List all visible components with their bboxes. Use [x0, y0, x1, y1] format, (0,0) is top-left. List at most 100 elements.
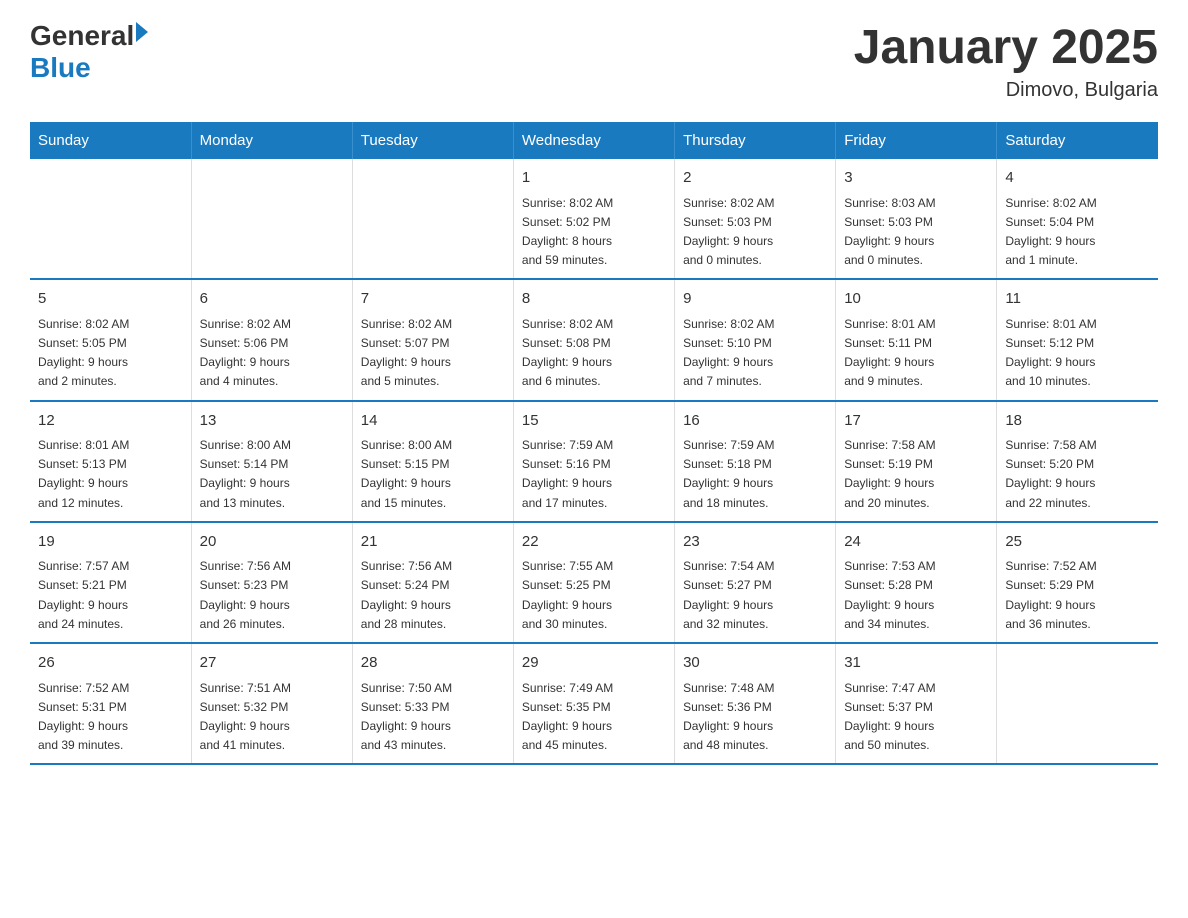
day-info: Sunrise: 7:52 AM Sunset: 5:29 PM Dayligh…	[1005, 557, 1150, 634]
day-info: Sunrise: 7:56 AM Sunset: 5:23 PM Dayligh…	[200, 557, 344, 634]
calendar-cell: 3 Sunrise: 8:03 AM Sunset: 5:03 PM Daylig…	[836, 159, 997, 279]
day-info: Sunrise: 8:02 AM Sunset: 5:04 PM Dayligh…	[1005, 194, 1150, 271]
day-info: Sunrise: 8:02 AM Sunset: 5:07 PM Dayligh…	[361, 315, 505, 392]
day-number: 22	[522, 531, 666, 554]
day-number: 18	[1005, 410, 1150, 433]
day-number: 16	[683, 410, 827, 433]
day-info: Sunrise: 8:01 AM Sunset: 5:13 PM Dayligh…	[38, 436, 183, 513]
day-info: Sunrise: 7:55 AM Sunset: 5:25 PM Dayligh…	[522, 557, 666, 634]
day-number: 15	[522, 410, 666, 433]
header-day-sunday: Sunday	[30, 122, 191, 159]
day-number: 30	[683, 652, 827, 675]
day-number: 21	[361, 531, 505, 554]
calendar-cell: 15 Sunrise: 7:59 AM Sunset: 5:16 PM Dayli…	[513, 401, 674, 522]
day-number: 12	[38, 410, 183, 433]
week-row-4: 19 Sunrise: 7:57 AM Sunset: 5:21 PM Dayli…	[30, 522, 1158, 643]
calendar-cell: 31 Sunrise: 7:47 AM Sunset: 5:37 PM Dayli…	[836, 643, 997, 764]
day-info: Sunrise: 8:01 AM Sunset: 5:12 PM Dayligh…	[1005, 315, 1150, 392]
calendar-cell: 30Sunrise: 7:48 AM Sunset: 5:36 PM Dayli…	[675, 643, 836, 764]
day-info: Sunrise: 7:59 AM Sunset: 5:18 PM Dayligh…	[683, 436, 827, 513]
calendar-cell: 21 Sunrise: 7:56 AM Sunset: 5:24 PM Dayli…	[352, 522, 513, 643]
day-number: 8	[522, 288, 666, 311]
header-row: SundayMondayTuesdayWednesdayThursdayFrid…	[30, 122, 1158, 159]
day-number: 19	[38, 531, 183, 554]
calendar-cell: 4 Sunrise: 8:02 AM Sunset: 5:04 PM Daylig…	[997, 159, 1158, 279]
calendar-cell: 6 Sunrise: 8:02 AM Sunset: 5:06 PM Daylig…	[191, 279, 352, 400]
week-row-5: 26 Sunrise: 7:52 AM Sunset: 5:31 PM Dayli…	[30, 643, 1158, 764]
day-number: 31	[844, 652, 988, 675]
day-info: Sunrise: 8:02 AM Sunset: 5:10 PM Dayligh…	[683, 315, 827, 392]
calendar-cell: 24Sunrise: 7:53 AM Sunset: 5:28 PM Dayli…	[836, 522, 997, 643]
day-number: 24	[844, 531, 988, 554]
day-number: 9	[683, 288, 827, 311]
calendar-cell	[352, 159, 513, 279]
day-info: Sunrise: 8:02 AM Sunset: 5:08 PM Dayligh…	[522, 315, 666, 392]
calendar-cell	[191, 159, 352, 279]
day-info: Sunrise: 7:52 AM Sunset: 5:31 PM Dayligh…	[38, 679, 183, 756]
calendar-cell: 18 Sunrise: 7:58 AM Sunset: 5:20 PM Dayli…	[997, 401, 1158, 522]
day-number: 25	[1005, 531, 1150, 554]
day-number: 6	[200, 288, 344, 311]
day-info: Sunrise: 7:51 AM Sunset: 5:32 PM Dayligh…	[200, 679, 344, 756]
calendar-cell: 27Sunrise: 7:51 AM Sunset: 5:32 PM Dayli…	[191, 643, 352, 764]
calendar-cell: 28 Sunrise: 7:50 AM Sunset: 5:33 PM Dayli…	[352, 643, 513, 764]
day-info: Sunrise: 8:02 AM Sunset: 5:02 PM Dayligh…	[522, 194, 666, 271]
day-info: Sunrise: 8:00 AM Sunset: 5:15 PM Dayligh…	[361, 436, 505, 513]
title-section: January 2025 Dimovo, Bulgaria	[854, 20, 1158, 102]
day-number: 14	[361, 410, 505, 433]
calendar-cell: 25 Sunrise: 7:52 AM Sunset: 5:29 PM Dayli…	[997, 522, 1158, 643]
calendar-cell: 8 Sunrise: 8:02 AM Sunset: 5:08 PM Daylig…	[513, 279, 674, 400]
calendar-cell: 14 Sunrise: 8:00 AM Sunset: 5:15 PM Dayli…	[352, 401, 513, 522]
day-info: Sunrise: 8:00 AM Sunset: 5:14 PM Dayligh…	[200, 436, 344, 513]
calendar-cell: 22 Sunrise: 7:55 AM Sunset: 5:25 PM Dayli…	[513, 522, 674, 643]
day-number: 13	[200, 410, 344, 433]
calendar-cell	[997, 643, 1158, 764]
day-info: Sunrise: 8:02 AM Sunset: 5:05 PM Dayligh…	[38, 315, 183, 392]
calendar-cell: 26 Sunrise: 7:52 AM Sunset: 5:31 PM Dayli…	[30, 643, 191, 764]
day-number: 3	[844, 167, 988, 190]
day-info: Sunrise: 7:50 AM Sunset: 5:33 PM Dayligh…	[361, 679, 505, 756]
day-number: 29	[522, 652, 666, 675]
calendar-body: 1 Sunrise: 8:02 AM Sunset: 5:02 PM Daylig…	[30, 159, 1158, 764]
day-info: Sunrise: 7:47 AM Sunset: 5:37 PM Dayligh…	[844, 679, 988, 756]
header-day-wednesday: Wednesday	[513, 122, 674, 159]
header-day-friday: Friday	[836, 122, 997, 159]
week-row-1: 1 Sunrise: 8:02 AM Sunset: 5:02 PM Daylig…	[30, 159, 1158, 279]
day-number: 11	[1005, 288, 1150, 311]
calendar-cell: 9 Sunrise: 8:02 AM Sunset: 5:10 PM Daylig…	[675, 279, 836, 400]
day-number: 10	[844, 288, 988, 311]
calendar-cell: 1 Sunrise: 8:02 AM Sunset: 5:02 PM Daylig…	[513, 159, 674, 279]
day-number: 23	[683, 531, 827, 554]
day-info: Sunrise: 7:59 AM Sunset: 5:16 PM Dayligh…	[522, 436, 666, 513]
month-title: January 2025	[854, 20, 1158, 75]
calendar-cell	[30, 159, 191, 279]
day-info: Sunrise: 7:57 AM Sunset: 5:21 PM Dayligh…	[38, 557, 183, 634]
day-info: Sunrise: 7:58 AM Sunset: 5:20 PM Dayligh…	[1005, 436, 1150, 513]
day-info: Sunrise: 8:02 AM Sunset: 5:06 PM Dayligh…	[200, 315, 344, 392]
location: Dimovo, Bulgaria	[854, 79, 1158, 102]
calendar-cell: 2 Sunrise: 8:02 AM Sunset: 5:03 PM Daylig…	[675, 159, 836, 279]
day-number: 2	[683, 167, 827, 190]
page-header: General Blue January 2025 Dimovo, Bulgar…	[30, 20, 1158, 102]
header-day-tuesday: Tuesday	[352, 122, 513, 159]
logo: General Blue	[30, 20, 148, 84]
calendar-cell: 17Sunrise: 7:58 AM Sunset: 5:19 PM Dayli…	[836, 401, 997, 522]
day-info: Sunrise: 7:56 AM Sunset: 5:24 PM Dayligh…	[361, 557, 505, 634]
day-info: Sunrise: 8:03 AM Sunset: 5:03 PM Dayligh…	[844, 194, 988, 271]
calendar-header: SundayMondayTuesdayWednesdayThursdayFrid…	[30, 122, 1158, 159]
day-number: 4	[1005, 167, 1150, 190]
calendar-cell: 20 Sunrise: 7:56 AM Sunset: 5:23 PM Dayli…	[191, 522, 352, 643]
calendar-cell: 7Sunrise: 8:02 AM Sunset: 5:07 PM Daylig…	[352, 279, 513, 400]
logo-general: General	[30, 20, 134, 52]
day-number: 28	[361, 652, 505, 675]
calendar-cell: 13 Sunrise: 8:00 AM Sunset: 5:14 PM Dayli…	[191, 401, 352, 522]
day-info: Sunrise: 7:58 AM Sunset: 5:19 PM Dayligh…	[844, 436, 988, 513]
day-info: Sunrise: 8:02 AM Sunset: 5:03 PM Dayligh…	[683, 194, 827, 271]
calendar-cell: 10Sunrise: 8:01 AM Sunset: 5:11 PM Dayli…	[836, 279, 997, 400]
day-number: 1	[522, 167, 666, 190]
day-number: 20	[200, 531, 344, 554]
week-row-2: 5Sunrise: 8:02 AM Sunset: 5:05 PM Daylig…	[30, 279, 1158, 400]
header-day-monday: Monday	[191, 122, 352, 159]
calendar-cell: 16 Sunrise: 7:59 AM Sunset: 5:18 PM Dayli…	[675, 401, 836, 522]
day-number: 26	[38, 652, 183, 675]
